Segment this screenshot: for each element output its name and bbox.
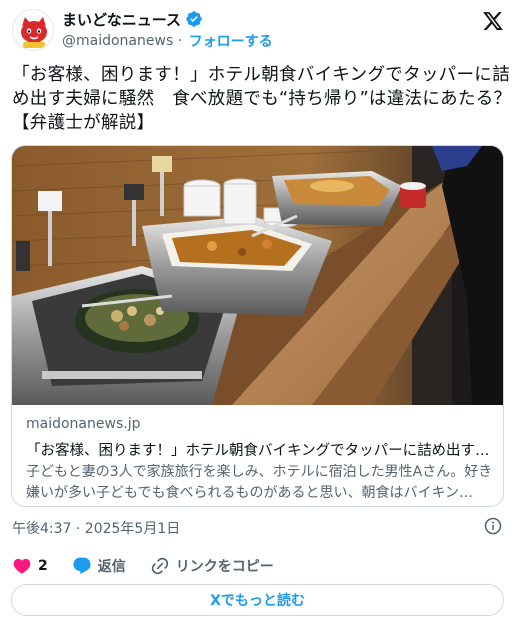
link-description: 子どもと妻の3人で家族旅行を楽しみ、ホテルに宿泊した男性Aさん。好き嫌いが多い子… [26, 464, 493, 501]
embedded-post: まいどなニュース @maidonanews · フォローする 「お客様、困ります… [0, 0, 520, 631]
follow-button[interactable]: フォローする [189, 31, 273, 51]
author-name-row[interactable]: まいどなニュース [62, 9, 203, 29]
like-count: 2 [38, 558, 48, 574]
cat-mascot-icon [13, 10, 53, 50]
x-logo-icon[interactable] [482, 10, 504, 32]
hotel-buffet-photo[interactable] [12, 146, 504, 405]
reply-button[interactable]: 返信 [72, 556, 126, 576]
read-more-button[interactable]: Xでもっと読む [11, 584, 504, 616]
post-text: 「お客様、困ります！」ホテル朝食バイキングでタッパーに詰め出す夫婦に騒然 食べ放… [12, 65, 512, 133]
copy-link-label: リンクをコピー [175, 559, 274, 575]
info-icon[interactable] [484, 517, 502, 535]
action-bar: 2 返信 リンクをコピー [12, 555, 298, 577]
reply-bubble-icon [73, 557, 91, 575]
author-handle[interactable]: @maidonanews [62, 33, 173, 49]
handle-separator: · [173, 33, 187, 49]
reply-label: 返信 [97, 559, 126, 575]
link-preview-card[interactable]: maidonanews.jp 「お客様、困ります！」ホテル朝食バイキングでタッパ… [11, 145, 504, 507]
copy-link-button[interactable]: リンクをコピー [150, 556, 274, 576]
link-icon [151, 557, 168, 575]
post-timestamp[interactable]: 午後4:37 · 2025年5月1日 [12, 518, 180, 538]
heart-icon [13, 558, 31, 574]
author-handle-row: @maidonanews · フォローする [62, 32, 273, 50]
like-button[interactable]: 2 [12, 556, 48, 576]
author-name[interactable]: まいどなニュース [62, 9, 181, 30]
link-title[interactable]: 「お客様、困ります！」ホテル朝食バイキングでタッパーに詰め出す… [26, 439, 496, 459]
avatar[interactable] [12, 9, 54, 51]
verified-badge-icon [186, 11, 202, 27]
link-meta: maidonanews.jp 「お客様、困ります！」ホテル朝食バイキングでタッパ… [26, 416, 496, 504]
link-domain[interactable]: maidonanews.jp [26, 416, 496, 435]
